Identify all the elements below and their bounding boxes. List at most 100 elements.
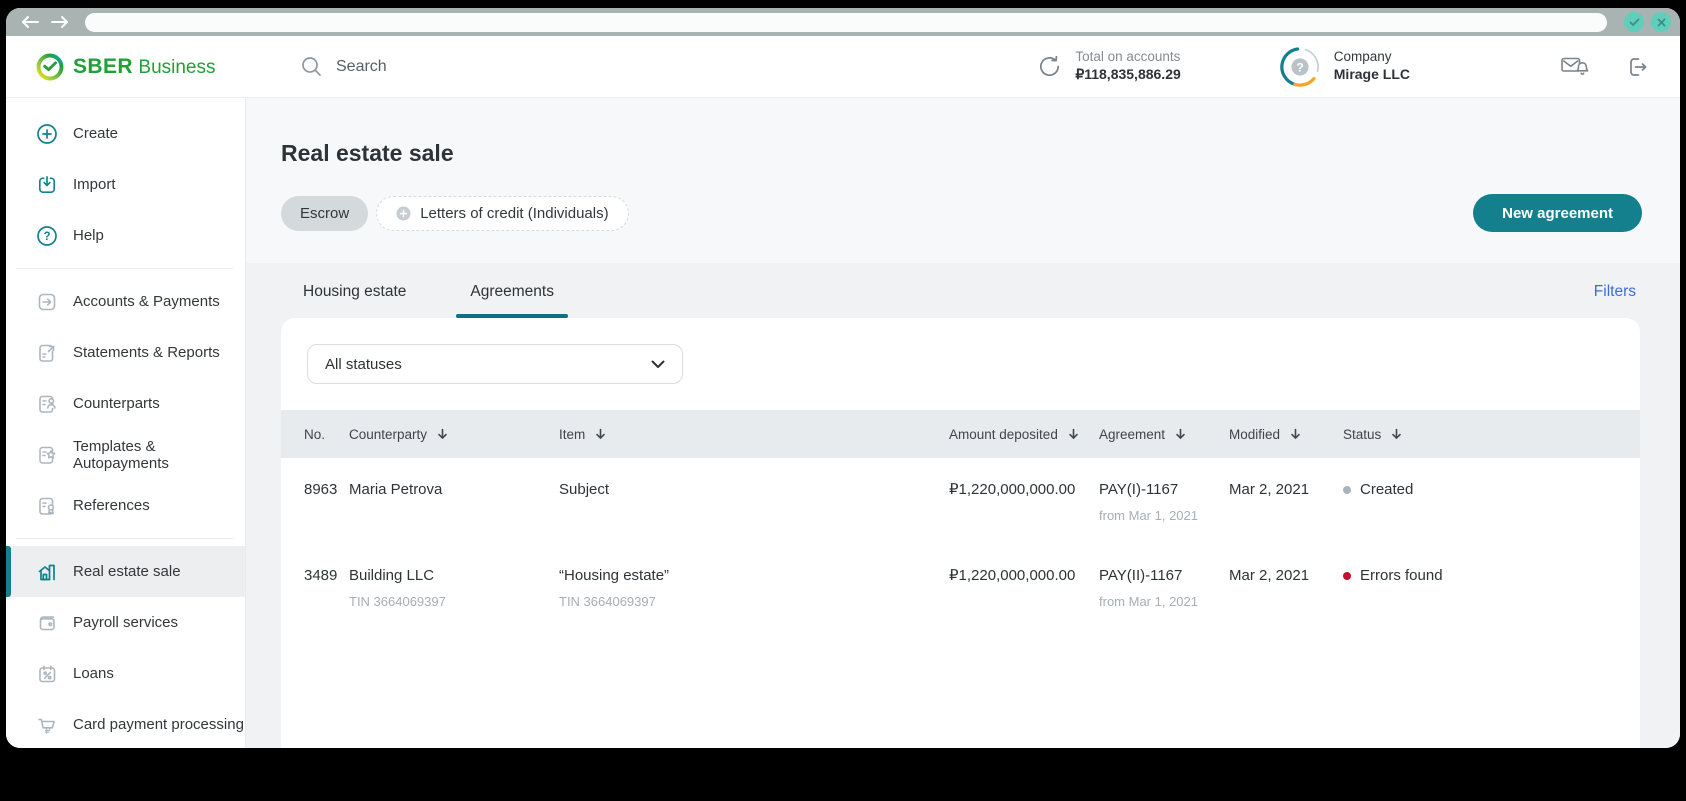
total-on-accounts[interactable]: Total on accounts ₽118,835,886.29: [1037, 49, 1181, 83]
top-right-group: Total on accounts ₽118,835,886.29 ? Comp…: [1037, 46, 1650, 88]
company-selector[interactable]: ? Company Mirage LLC: [1279, 46, 1410, 88]
refresh-icon: [1037, 54, 1062, 79]
cell-counterparty: Building LLC TIN 3664069397: [349, 567, 559, 610]
company-label: Company: [1333, 49, 1392, 65]
chip-letters-of-credit[interactable]: Letters of credit (Individuals): [376, 195, 629, 231]
sidebar-item-templates-autopayments[interactable]: Templates & Autopayments: [6, 429, 245, 480]
status-filter-value: All statuses: [325, 355, 402, 373]
main-content: Real estate sale Escrow Letters of credi…: [246, 98, 1680, 748]
agreement-date: from Mar 1, 2021: [1099, 508, 1198, 523]
cell-item: Subject: [559, 481, 610, 498]
top-bar: SBER Business Search Total on accounts ₽…: [6, 36, 1680, 98]
search-placeholder: Search: [336, 57, 387, 75]
sidebar-item-label: References: [73, 497, 150, 514]
cell-counterparty: Maria Petrova: [349, 481, 443, 498]
calendar-percent-icon: [36, 663, 58, 685]
square-arrow-icon: [36, 291, 58, 313]
cell-item: “Housing estate” TIN 3664069397: [559, 567, 949, 610]
table-header: No. Counterparty Item Amount deposited A…: [281, 410, 1640, 458]
chip-escrow[interactable]: Escrow: [281, 195, 369, 231]
plus-icon: [396, 206, 411, 221]
column-header-counterparty[interactable]: Counterparty: [349, 427, 559, 442]
cell-agreement: PAY(I)-1167 from Mar 1, 2021: [1099, 481, 1229, 524]
plus-circle-icon: [36, 123, 58, 145]
close-icon: [1657, 18, 1666, 27]
table-row[interactable]: 3489 Building LLC TIN 3664069397 “Housin…: [281, 544, 1640, 630]
logout-button[interactable]: [1626, 55, 1650, 79]
notifications-button[interactable]: [1560, 54, 1590, 79]
sidebar-item-real-estate-sale[interactable]: Real estate sale: [6, 546, 245, 597]
sidebar-item-loans[interactable]: Loans: [6, 648, 245, 699]
brand-logo[interactable]: SBER Business: [36, 53, 268, 81]
status-dot: [1343, 486, 1351, 494]
brand-name: SBER: [73, 54, 133, 78]
browser-chrome: [6, 8, 1680, 36]
document-export-icon: [36, 342, 58, 364]
sidebar-item-accounts-payments[interactable]: Accounts & Payments: [6, 276, 245, 327]
column-header-agreement[interactable]: Agreement: [1099, 427, 1229, 442]
address-bar[interactable]: [85, 12, 1607, 32]
new-agreement-button[interactable]: New agreement: [1473, 194, 1642, 232]
svg-text:₽: ₽: [45, 725, 51, 735]
cell-status: Errors found: [1343, 567, 1640, 585]
arrow-right-icon: [50, 15, 70, 29]
sidebar-item-help[interactable]: ? Help: [6, 210, 245, 261]
browser-forward-button[interactable]: [45, 15, 75, 29]
tab-housing-estate[interactable]: Housing estate: [303, 263, 406, 318]
sidebar-item-label: Create: [73, 125, 119, 142]
sidebar-item-label: Templates & Autopayments: [73, 437, 169, 472]
counterparty-tin: TIN 3664069397: [349, 594, 446, 609]
table-row[interactable]: 8963 Maria Petrova Subject ₽1,220,000,00…: [281, 458, 1640, 544]
sidebar-item-statements-reports[interactable]: Statements & Reports: [6, 327, 245, 378]
chevron-down-icon: [651, 360, 665, 369]
search-input[interactable]: Search: [300, 55, 387, 78]
cell-modified: Mar 2, 2021: [1229, 567, 1310, 584]
help-circle-icon: ?: [36, 225, 58, 247]
check-icon: [1629, 18, 1640, 27]
chip-label: Escrow: [300, 204, 350, 222]
document-certificate-icon: [36, 495, 58, 517]
sidebar-item-import[interactable]: Import: [6, 159, 245, 210]
sidebar-item-counterparts[interactable]: Counterparts: [6, 378, 245, 429]
column-header-amount-deposited[interactable]: Amount deposited: [949, 427, 1099, 442]
cell-agreement: PAY(II)-1167 from Mar 1, 2021: [1099, 567, 1229, 610]
window-close-button[interactable]: [1651, 12, 1671, 32]
filters-link[interactable]: Filters: [1590, 263, 1640, 318]
sidebar-item-label: Accounts & Payments: [73, 293, 220, 310]
company-avatar-icon: ?: [1279, 46, 1321, 88]
arrow-left-icon: [20, 15, 40, 29]
logout-icon: [1626, 55, 1650, 79]
sidebar-item-label: Card payment processing: [73, 716, 244, 733]
page-title: Real estate sale: [281, 140, 454, 166]
sort-icon: [1290, 428, 1301, 440]
sidebar-item-create[interactable]: Create: [6, 108, 245, 159]
total-label: Total on accounts: [1075, 49, 1181, 65]
column-header-item[interactable]: Item: [559, 427, 949, 442]
cell-status: Created: [1343, 481, 1640, 499]
sort-icon: [437, 428, 448, 440]
tabs-row: Housing estate Agreements Filters: [281, 263, 1640, 318]
cell-no: 3489: [304, 567, 338, 584]
svg-text:?: ?: [1296, 60, 1304, 74]
status-filter-select[interactable]: All statuses: [307, 344, 683, 384]
document-person-icon: [36, 393, 58, 415]
status-label: Created: [1360, 481, 1414, 498]
browser-back-button[interactable]: [15, 15, 45, 29]
content-section: Housing estate Agreements Filters All st…: [246, 263, 1680, 748]
sber-logo-icon: [36, 53, 64, 81]
sidebar-divider: [16, 538, 233, 539]
product-chips-row: Escrow Letters of credit (Individuals) N…: [281, 194, 1642, 232]
chip-label: Letters of credit (Individuals): [420, 204, 609, 222]
cell-amount: ₽1,220,000,000.00: [949, 481, 1076, 498]
cell-amount: ₽1,220,000,000.00: [949, 567, 1076, 584]
sidebar-item-card-payment-processing[interactable]: ₽ Card payment processing: [6, 699, 245, 748]
window-confirm-button[interactable]: [1624, 12, 1644, 32]
column-header-modified[interactable]: Modified: [1229, 427, 1343, 442]
sidebar-item-payroll-services[interactable]: Payroll services: [6, 597, 245, 648]
sidebar-item-references[interactable]: References: [6, 480, 245, 531]
tab-agreements[interactable]: Agreements: [456, 263, 568, 318]
column-header-status[interactable]: Status: [1343, 427, 1640, 442]
sort-icon: [1175, 428, 1186, 440]
search-icon: [300, 55, 323, 78]
sort-icon: [1391, 428, 1402, 440]
